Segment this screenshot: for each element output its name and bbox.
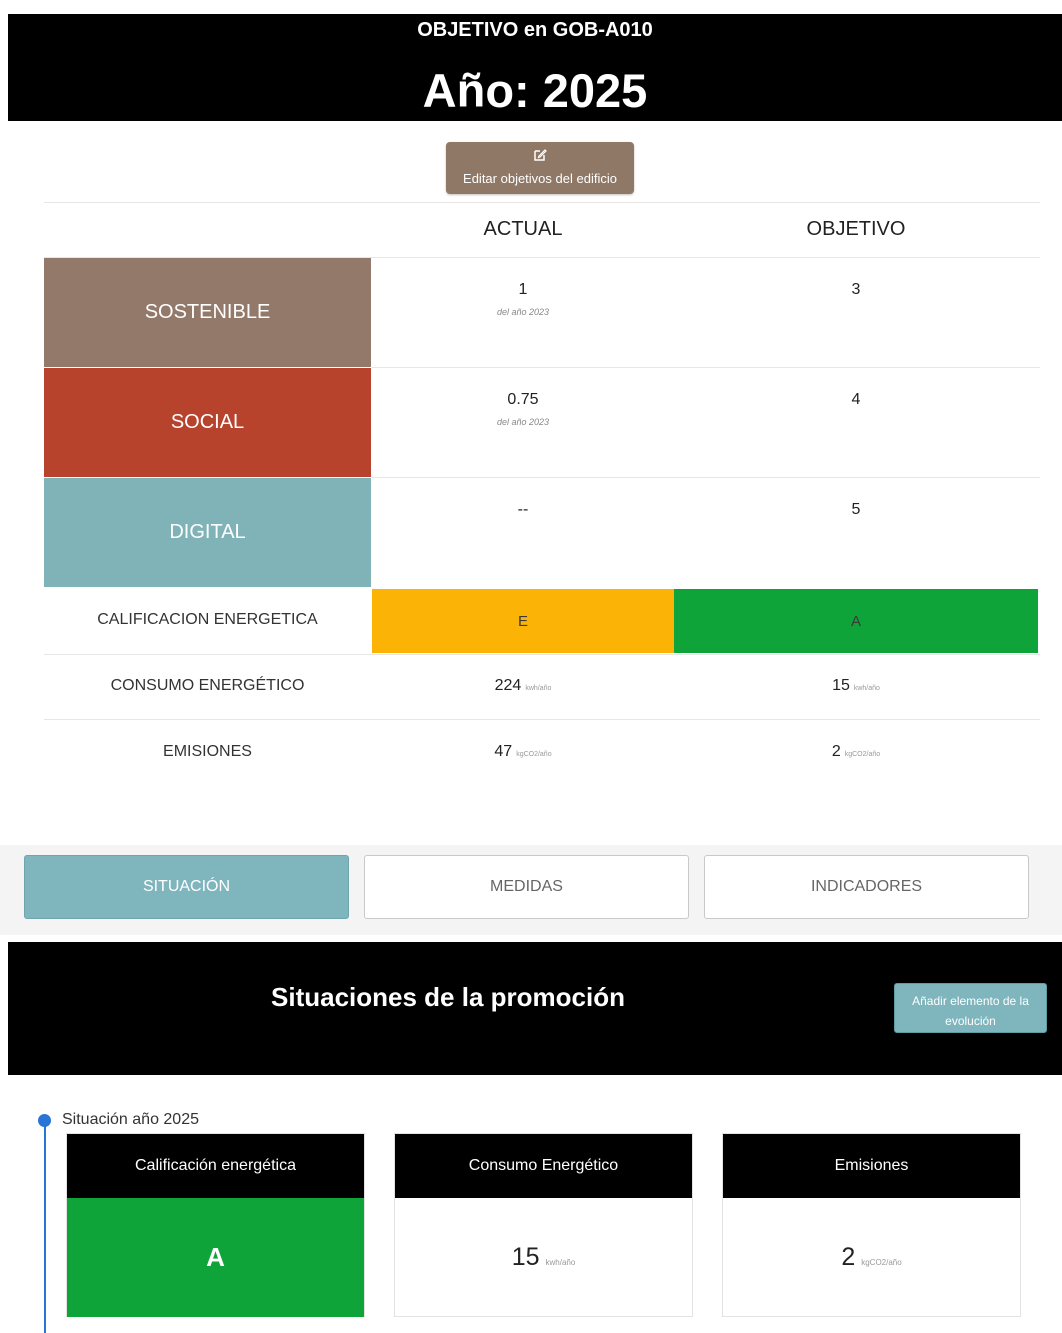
tab-medidas[interactable]: MEDIDAS (364, 855, 689, 919)
edit-objectives-button[interactable]: Editar objetivos del edificio (446, 142, 634, 194)
card-consumo-body: 15 kwh/año (395, 1198, 692, 1317)
emisiones-objetivo-value: 2 (831, 743, 841, 760)
situaciones-title: Situaciones de la promoción (271, 982, 625, 1012)
sostenible-actual-value: 1 (518, 281, 528, 298)
emisiones-actual: 47 kgCO2/año (372, 743, 674, 761)
emisiones-actual-value: 47 (494, 743, 513, 760)
edit-objectives-label: Editar objetivos del edificio (463, 171, 617, 186)
column-header-actual: ACTUAL (483, 218, 563, 240)
card-calificacion: Calificación energética A (66, 1133, 365, 1317)
add-evolution-button[interactable]: Añadir elemento de la evolución (894, 983, 1047, 1033)
sostenible-objetivo-value: 3 (851, 281, 861, 298)
tab-situacion[interactable]: SITUACIÓN (24, 855, 349, 919)
divider (44, 654, 1040, 655)
consumo-actual-value: 224 (494, 677, 522, 694)
social-actual-cell: 0.75 del año 2023 (372, 391, 674, 427)
card-consumo: Consumo Energético 15 kwh/año (394, 1133, 693, 1317)
calificacion-label: CALIFICACION ENERGETICA (97, 611, 318, 628)
card-emisiones-title: Emisiones (723, 1134, 1020, 1198)
card-consumo-title: Consumo Energético (395, 1134, 692, 1198)
header-subtitle: OBJETIVO en GOB-A010 (417, 19, 653, 41)
situaciones-header: Situaciones de la promoción Añadir eleme… (8, 942, 1062, 1075)
social-actual-note: del año 2023 (496, 417, 550, 427)
consumo-label: CONSUMO ENERGÉTICO (110, 677, 305, 694)
category-sostenible: SOSTENIBLE (44, 258, 371, 367)
social-objetivo-value: 4 (851, 391, 861, 408)
calificacion-actual-badge: E (372, 589, 674, 653)
timeline-label: Situación año 2025 (62, 1111, 199, 1128)
card-emisiones-value: 2 (841, 1243, 856, 1271)
card-emisiones-body: 2 kgCO2/año (723, 1198, 1020, 1317)
digital-objetivo-value: 5 (851, 501, 861, 518)
divider (44, 202, 1040, 203)
emisiones-objetivo: 2 kgCO2/año (674, 743, 1038, 761)
sostenible-actual-cell: 1 del año 2023 (372, 281, 674, 317)
header-band: OBJETIVO en GOB-A010 Año: 2025 (8, 14, 1062, 121)
category-social: SOCIAL (44, 368, 371, 477)
consumo-objetivo: 15 kwh/año (674, 677, 1038, 695)
column-header-objetivo: OBJETIVO (806, 218, 906, 240)
timeline-line (44, 1120, 46, 1333)
consumo-objetivo-value: 15 (832, 677, 850, 694)
consumo-objetivo-unit: kwh/año (853, 685, 880, 692)
divider (372, 367, 1040, 368)
edit-icon (446, 148, 634, 164)
consumo-actual-unit: kwh/año (525, 685, 552, 692)
card-consumo-unit: kwh/año (545, 1258, 576, 1267)
divider (44, 719, 1040, 720)
card-emisiones-unit: kgCO2/año (861, 1258, 902, 1267)
card-consumo-value: 15 (511, 1243, 540, 1271)
tab-indicadores[interactable]: INDICADORES (704, 855, 1029, 919)
card-calificacion-value: A (67, 1198, 364, 1317)
card-calificacion-title: Calificación energética (67, 1134, 364, 1198)
calificacion-objetivo-badge: A (674, 589, 1038, 653)
emisiones-label: EMISIONES (163, 743, 252, 760)
consumo-actual: 224 kwh/año (372, 677, 674, 695)
divider (372, 477, 1040, 478)
sostenible-actual-note: del año 2023 (496, 307, 550, 317)
category-digital: DIGITAL (44, 478, 371, 587)
timeline-dot (38, 1114, 51, 1127)
digital-actual-value: -- (517, 501, 529, 518)
social-actual-value: 0.75 (507, 391, 539, 408)
emisiones-objetivo-unit: kgCO2/año (844, 751, 881, 758)
page-title: Año: 2025 (422, 64, 648, 117)
card-emisiones: Emisiones 2 kgCO2/año (722, 1133, 1021, 1317)
emisiones-actual-unit: kgCO2/año (516, 751, 552, 758)
